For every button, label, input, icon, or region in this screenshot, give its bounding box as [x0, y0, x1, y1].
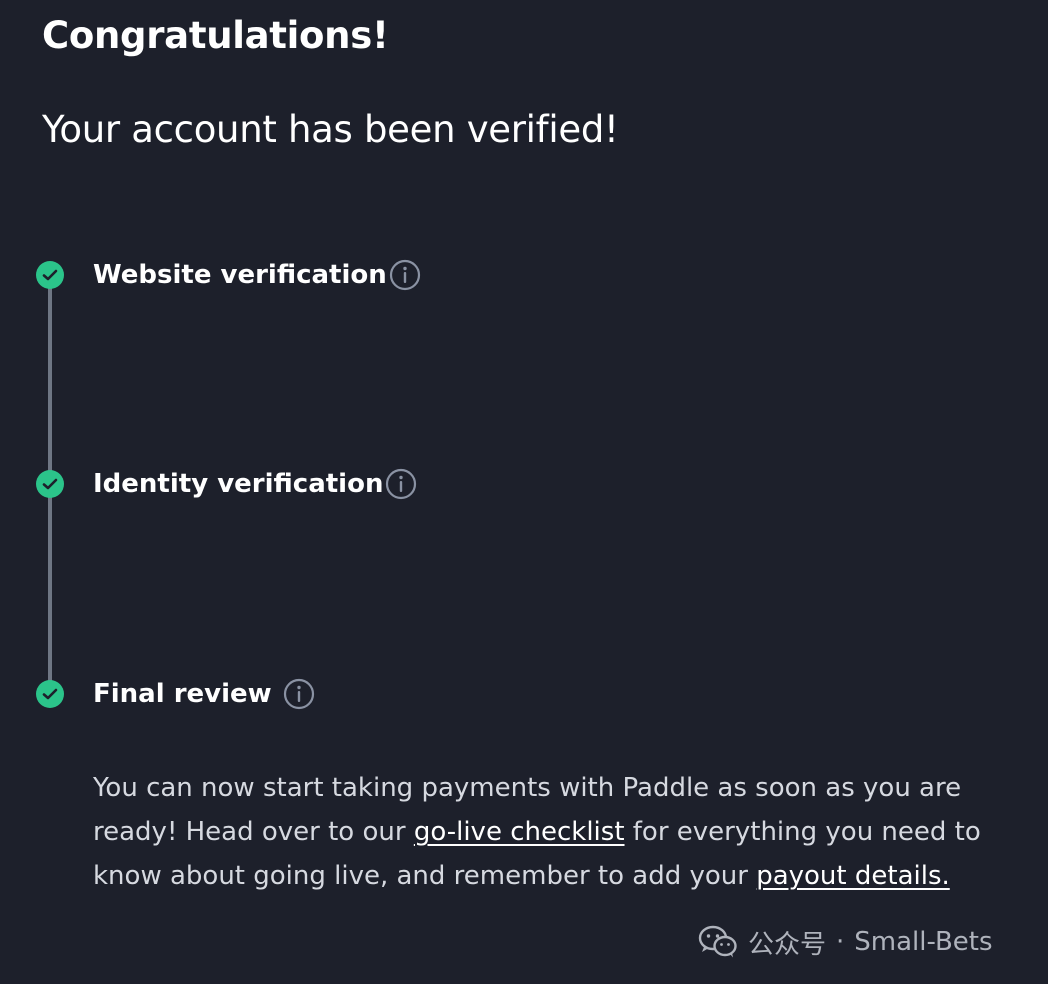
- watermark-separator: ·: [836, 927, 845, 957]
- payout-details-link[interactable]: payout details.: [756, 861, 950, 891]
- watermark-label: 公众号: [748, 929, 827, 960]
- page-title: Congratulations!: [42, 14, 389, 57]
- page-subtitle: Your account has been verified!: [42, 108, 619, 151]
- go-live-checklist-link[interactable]: go-live checklist: [414, 817, 625, 847]
- verification-page: Congratulations! Your account has been v…: [0, 0, 1048, 984]
- watermark-account: Small-Bets: [854, 927, 993, 957]
- info-icon[interactable]: [385, 468, 417, 500]
- info-icon[interactable]: [283, 678, 315, 710]
- step-label: Identity verification: [93, 469, 384, 499]
- final-review-message: You can now start taking payments with P…: [93, 766, 1003, 898]
- check-icon: [36, 261, 64, 289]
- wechat-icon: [698, 925, 738, 959]
- check-icon: [36, 680, 64, 708]
- step-label: Final review: [93, 679, 272, 709]
- watermark: 公众号 · Small-Bets: [698, 922, 993, 962]
- step-label: Website verification: [93, 260, 387, 290]
- info-icon[interactable]: [389, 259, 421, 291]
- check-icon: [36, 470, 64, 498]
